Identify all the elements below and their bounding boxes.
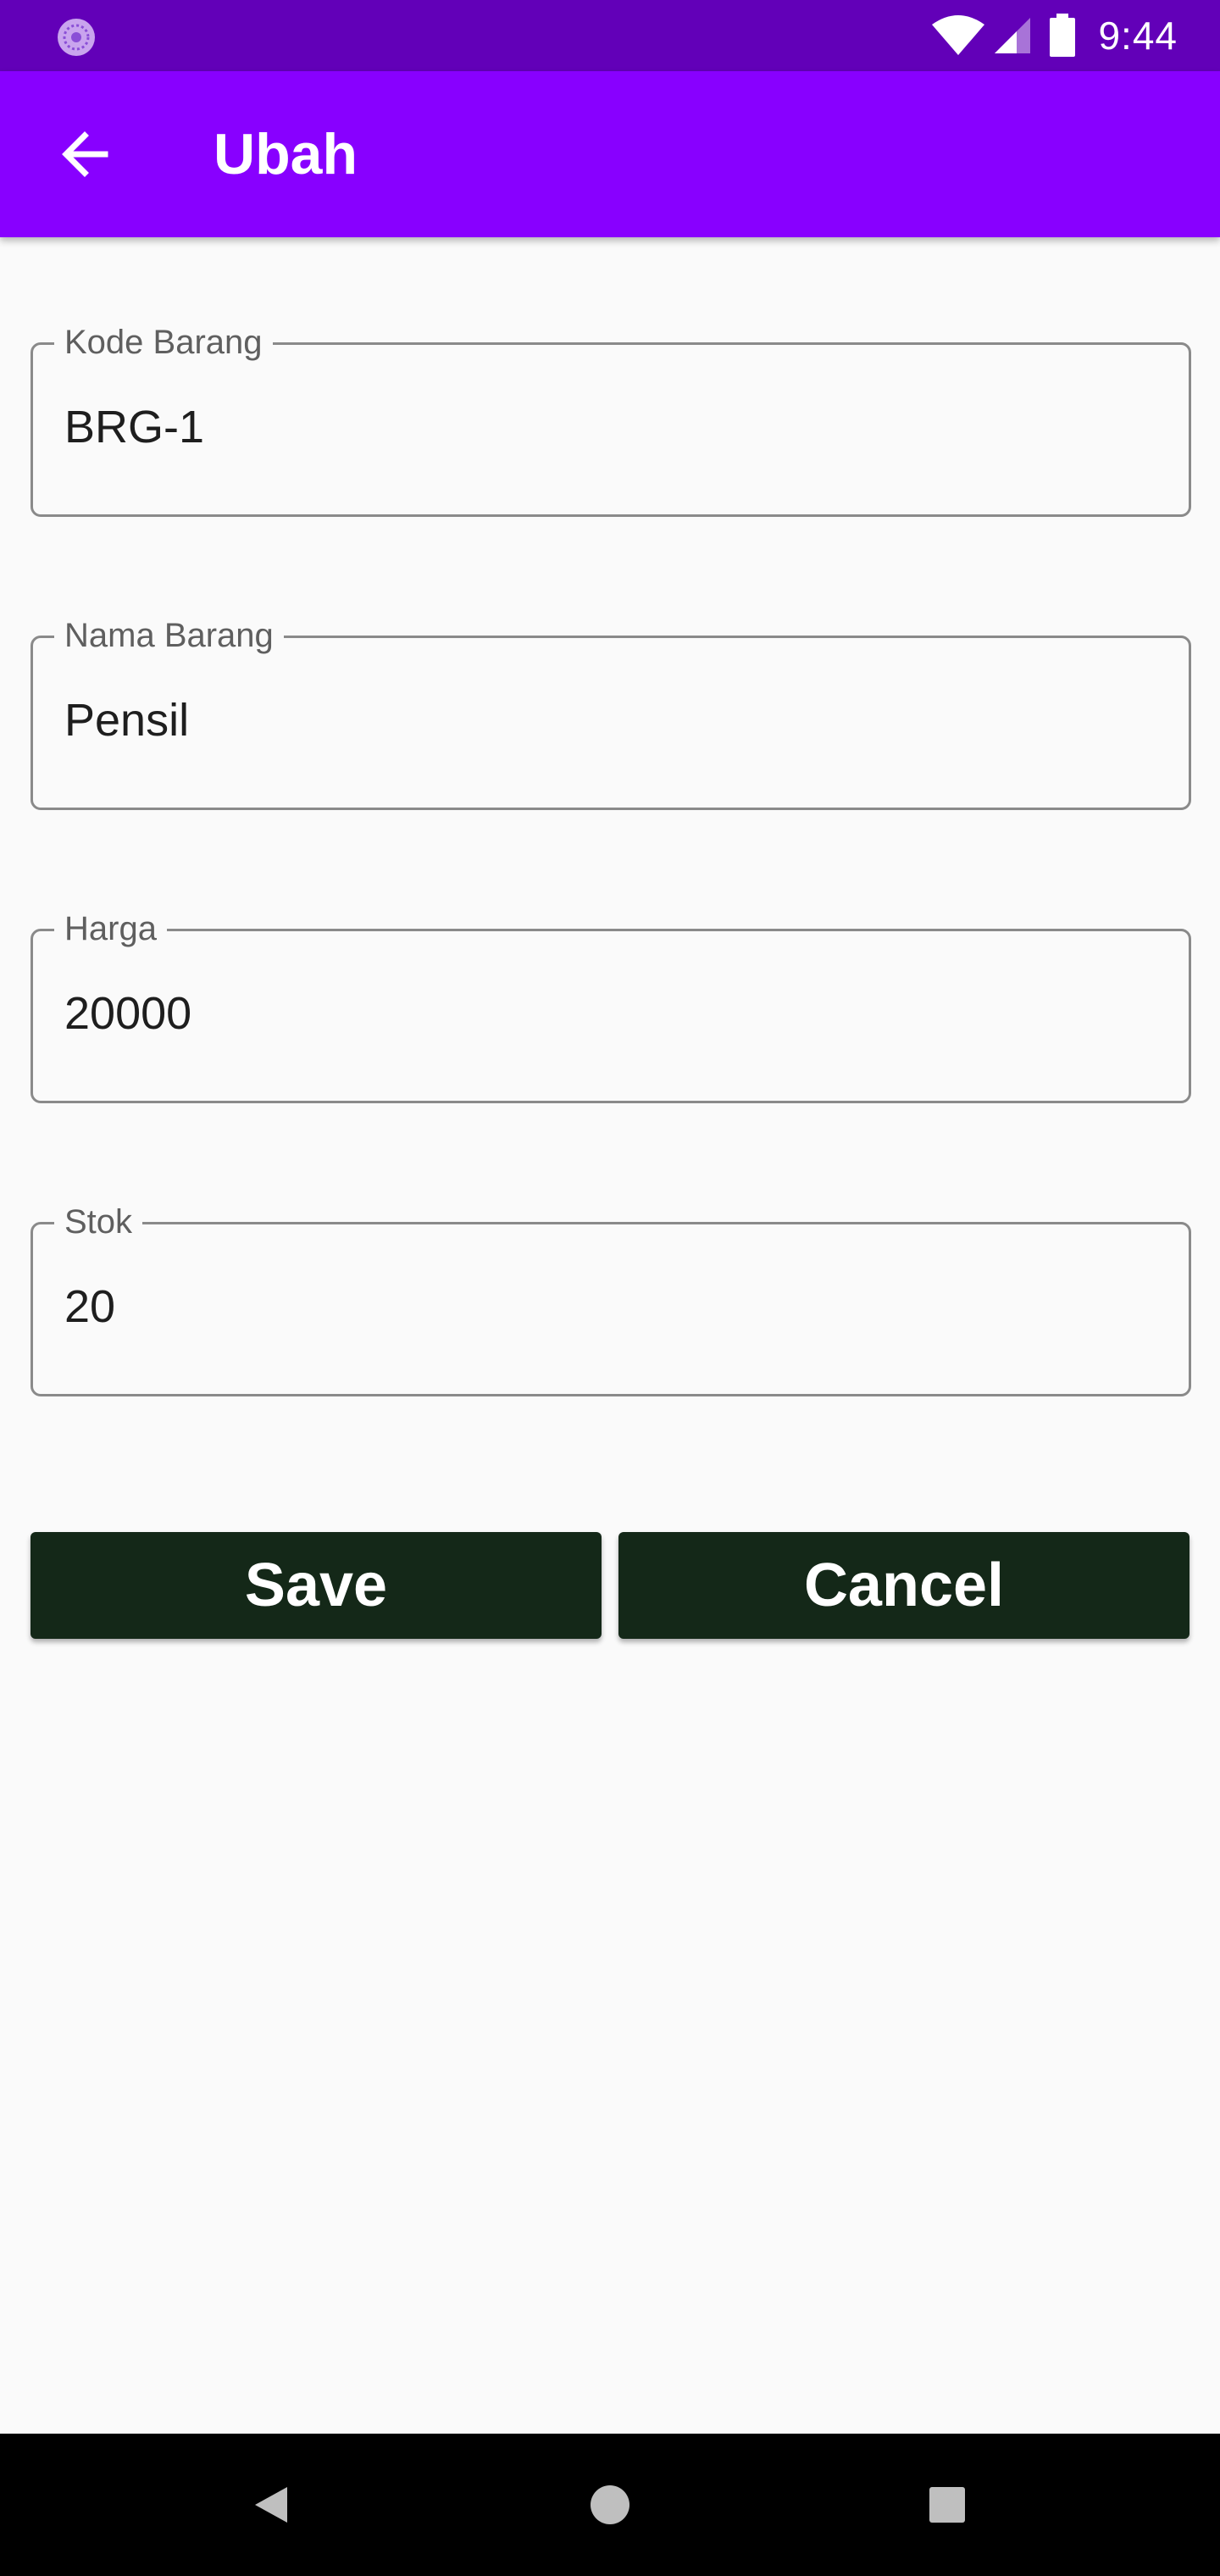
nav-home-icon [591,2485,629,2524]
nama-barang-field: Nama Barang [30,615,1191,810]
save-button[interactable]: Save [30,1532,602,1639]
cell-signal-icon [995,18,1031,53]
nama-barang-input[interactable] [64,681,1149,759]
wifi-icon [932,15,985,55]
kode-barang-field: Kode Barang [30,322,1191,517]
arrow-left-icon [62,131,108,177]
harga-input[interactable] [64,974,1149,1052]
page-title: Ubah [214,122,358,186]
nav-back-icon [255,2487,287,2523]
stok-field: Stok [30,1202,1191,1396]
battery-icon [1050,14,1076,57]
stok-input[interactable] [64,1268,1149,1346]
status-bar: 9:44 [0,0,1220,71]
kode-barang-input[interactable] [64,388,1149,466]
cancel-button[interactable]: Cancel [618,1532,1190,1639]
nav-recents-icon [929,2487,965,2523]
harga-field: Harga [30,908,1191,1103]
app-bar: Ubah [0,71,1220,237]
navigation-bar [0,2434,1220,2576]
nav-recents-button[interactable] [905,2462,990,2547]
back-button[interactable] [41,110,129,198]
status-time: 9:44 [1098,14,1178,58]
nav-home-button[interactable] [568,2462,652,2547]
stok-label: Stok [54,1202,143,1242]
harga-label: Harga [54,908,167,949]
status-icons: 9:44 [930,0,1178,71]
nav-back-button[interactable] [229,2462,313,2547]
app-notification-icon [58,19,95,56]
nama-barang-label: Nama Barang [54,615,284,656]
kode-barang-label: Kode Barang [54,322,273,363]
